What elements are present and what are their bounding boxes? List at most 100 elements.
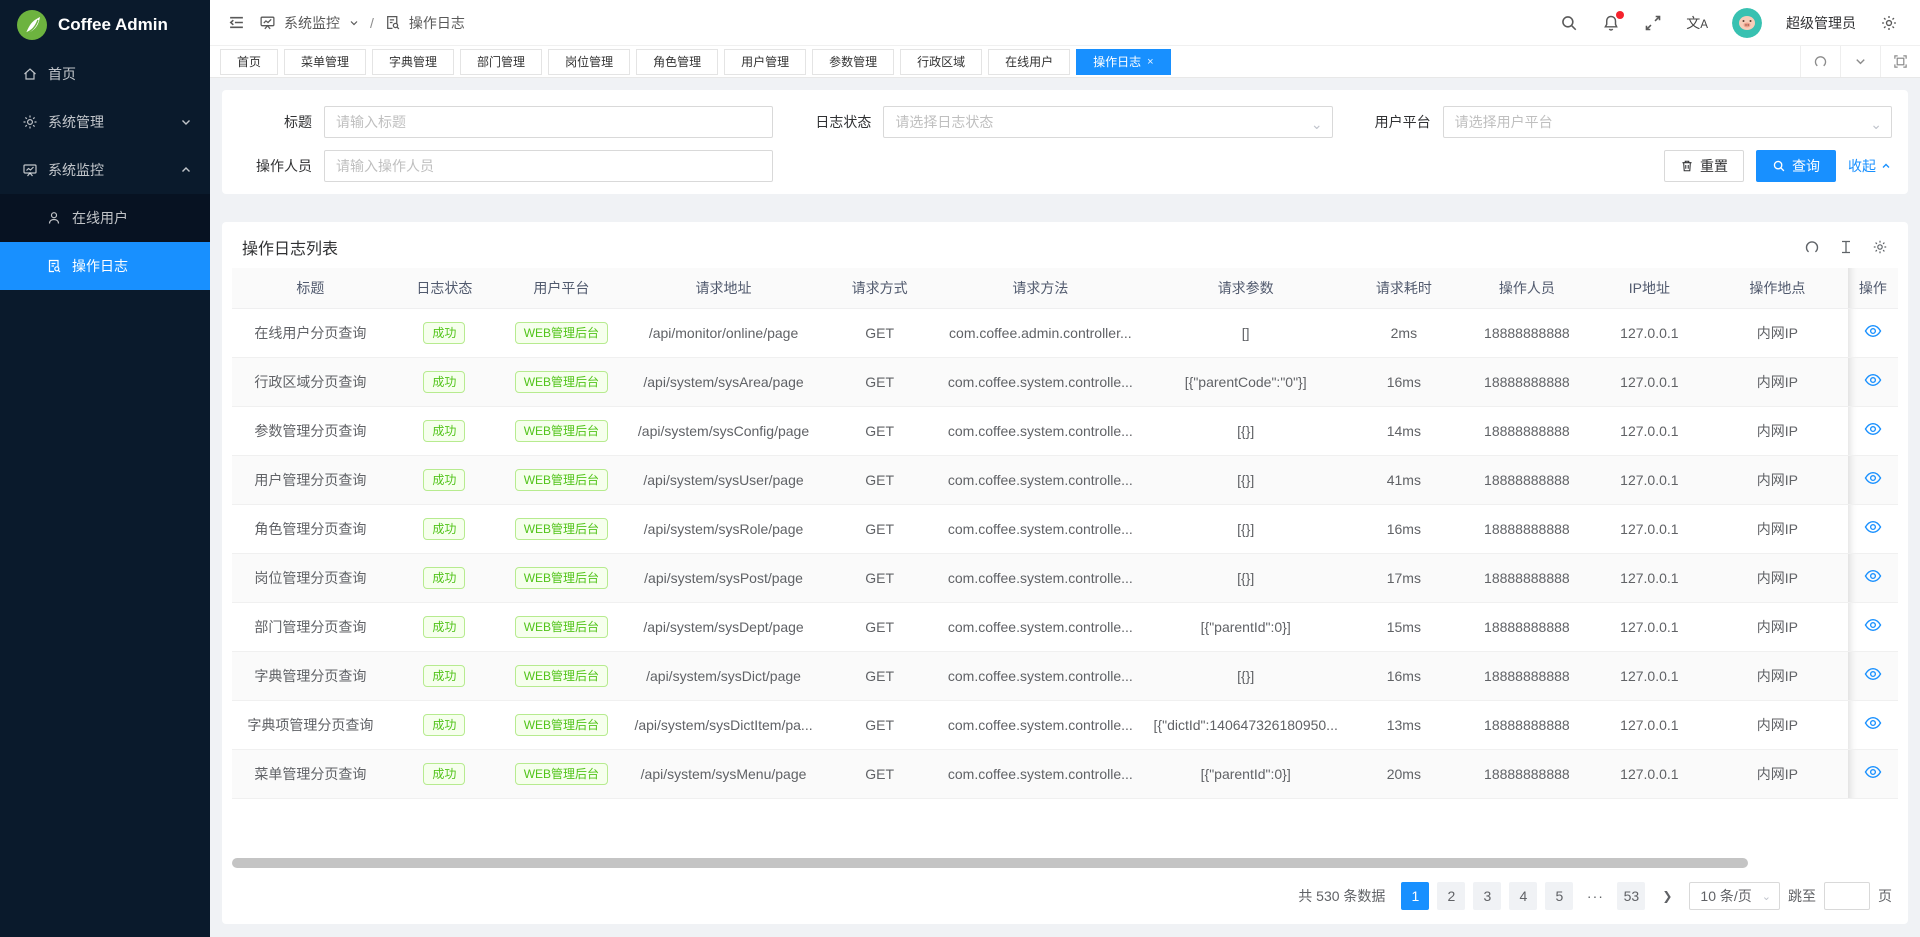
sidebar-item-online-users[interactable]: 在线用户 [0,194,210,242]
cell-operator: 18888888888 [1462,749,1592,798]
title-input[interactable] [324,106,773,138]
cell-platform: WEB管理后台 [500,455,623,504]
close-icon[interactable]: × [1147,56,1153,68]
sidebar-item-label: 首页 [48,64,76,84]
page-button-1[interactable]: 1 [1401,882,1429,910]
cell-location: 内网IP [1707,749,1848,798]
view-button[interactable] [1864,371,1882,389]
cell-request-func: com.coffee.system.controlle... [935,504,1146,553]
chevron-down-icon [178,114,194,130]
cell-duration: 17ms [1346,553,1462,602]
view-button[interactable] [1864,518,1882,536]
page-button-2[interactable]: 2 [1437,882,1465,910]
cell-actions [1848,455,1898,504]
page-buttons: 12345 ··· 53 [1401,882,1645,910]
reset-button[interactable]: 重置 [1664,150,1744,182]
tab-字典管理[interactable]: 字典管理 [372,49,454,75]
content: 标题 日志状态 ⌄ 用户平台 ⌄ [210,78,1920,937]
pager-ellipsis[interactable]: ··· [1581,882,1609,910]
next-page-button[interactable]: ❯ [1653,882,1681,910]
column-header: 操作人员 [1462,268,1592,308]
tab-首页[interactable]: 首页 [220,49,278,75]
cell-title: 字典项管理分页查询 [232,700,389,749]
status-badge: 成功 [423,469,465,491]
cell-status: 成功 [389,651,500,700]
user-platform-select[interactable] [1443,106,1892,138]
tab-角色管理[interactable]: 角色管理 [636,49,718,75]
platform-badge: WEB管理后台 [515,371,608,393]
view-button[interactable] [1864,469,1882,487]
view-button[interactable] [1864,322,1882,340]
cell-actions [1848,357,1898,406]
scrollbar-thumb[interactable] [232,858,1748,868]
sidebar-item-system-manage[interactable]: 系统管理 [0,98,210,146]
cell-request-method: GET [824,357,934,406]
translate-icon[interactable]: 文A [1686,13,1708,33]
notification-badge [1616,11,1624,19]
status-badge: 成功 [423,763,465,785]
maximize-icon[interactable] [1880,46,1920,77]
menu-fold-icon[interactable] [228,14,245,31]
user-name[interactable]: 超级管理员 [1786,13,1856,33]
search-button[interactable]: 查询 [1756,150,1836,182]
tab-参数管理[interactable]: 参数管理 [812,49,894,75]
jump-page-input[interactable] [1824,882,1870,910]
log-table: 标题日志状态用户平台请求地址请求方式请求方法请求参数请求耗时操作人员IP地址操作… [222,268,1908,799]
page-size-select[interactable]: 10 条/页 ⌄ [1689,882,1780,910]
column-height-icon[interactable] [1838,239,1854,255]
tab-用户管理[interactable]: 用户管理 [724,49,806,75]
platform-badge: WEB管理后台 [515,469,608,491]
avatar[interactable] [1732,8,1762,38]
breadcrumb-parent[interactable]: 系统监控 [284,13,340,33]
tab-bar: 首页 菜单管理 字典管理 部门管理岗位管理角色管理用户管理参数管理行政区域在线用户操作… [210,46,1920,78]
view-button[interactable] [1864,763,1882,781]
log-table-body: 在线用户分页查询成功WEB管理后台/api/monitor/online/pag… [232,308,1898,798]
status-badge: 成功 [423,665,465,687]
page-button-3[interactable]: 3 [1473,882,1501,910]
tab-在线用户[interactable]: 在线用户 [988,49,1070,75]
refresh-icon[interactable] [1800,46,1840,77]
cell-operator: 18888888888 [1462,602,1592,651]
page-button-5[interactable]: 5 [1545,882,1573,910]
refresh-icon[interactable] [1804,239,1820,255]
tab-菜单管理[interactable]: 菜单管理 [284,49,366,75]
tab-部门管理[interactable]: 部门管理 [460,49,542,75]
cell-duration: 16ms [1346,651,1462,700]
log-status-select[interactable] [883,106,1332,138]
tab-label: 菜单管理 [301,53,349,70]
gear-icon[interactable] [1872,239,1888,255]
app-root: Coffee Admin 首页 系统管理 系统监控 在线用户 操作日志 [0,0,1920,937]
tab-岗位管理[interactable]: 岗位管理 [548,49,630,75]
view-button[interactable] [1864,420,1882,438]
sidebar-item-system-monitor[interactable]: 系统监控 [0,146,210,194]
fullscreen-icon[interactable] [1644,14,1662,32]
notification-bell[interactable] [1602,14,1620,32]
view-button[interactable] [1864,714,1882,732]
gear-icon[interactable] [1880,14,1898,32]
cell-request-func: com.coffee.system.controlle... [935,602,1146,651]
tab-label: 首页 [237,53,261,70]
sidebar-item-home[interactable]: 首页 [0,50,210,98]
cell-status: 成功 [389,357,500,406]
cell-actions [1848,504,1898,553]
chevron-down-icon[interactable] [1840,46,1880,77]
tab-操作日志[interactable]: 操作日志× [1076,49,1170,75]
search-icon[interactable] [1560,14,1578,32]
page-button-53[interactable]: 53 [1617,882,1645,910]
sidebar-item-label: 操作日志 [72,256,128,276]
operator-input[interactable] [324,150,773,182]
tab-label: 字典管理 [389,53,437,70]
view-button[interactable] [1864,665,1882,683]
cell-duration: 13ms [1346,700,1462,749]
cell-request-url: /api/system/sysDept/page [623,602,825,651]
view-button[interactable] [1864,567,1882,585]
cell-status: 成功 [389,602,500,651]
cell-request-url: /api/system/sysRole/page [623,504,825,553]
tab-行政区域[interactable]: 行政区域 [900,49,982,75]
sidebar-item-operation-log[interactable]: 操作日志 [0,242,210,290]
cell-ip: 127.0.0.1 [1592,504,1707,553]
horizontal-scrollbar[interactable] [232,858,1898,868]
page-button-4[interactable]: 4 [1509,882,1537,910]
collapse-filters-button[interactable]: 收起 [1848,156,1892,176]
view-button[interactable] [1864,616,1882,634]
